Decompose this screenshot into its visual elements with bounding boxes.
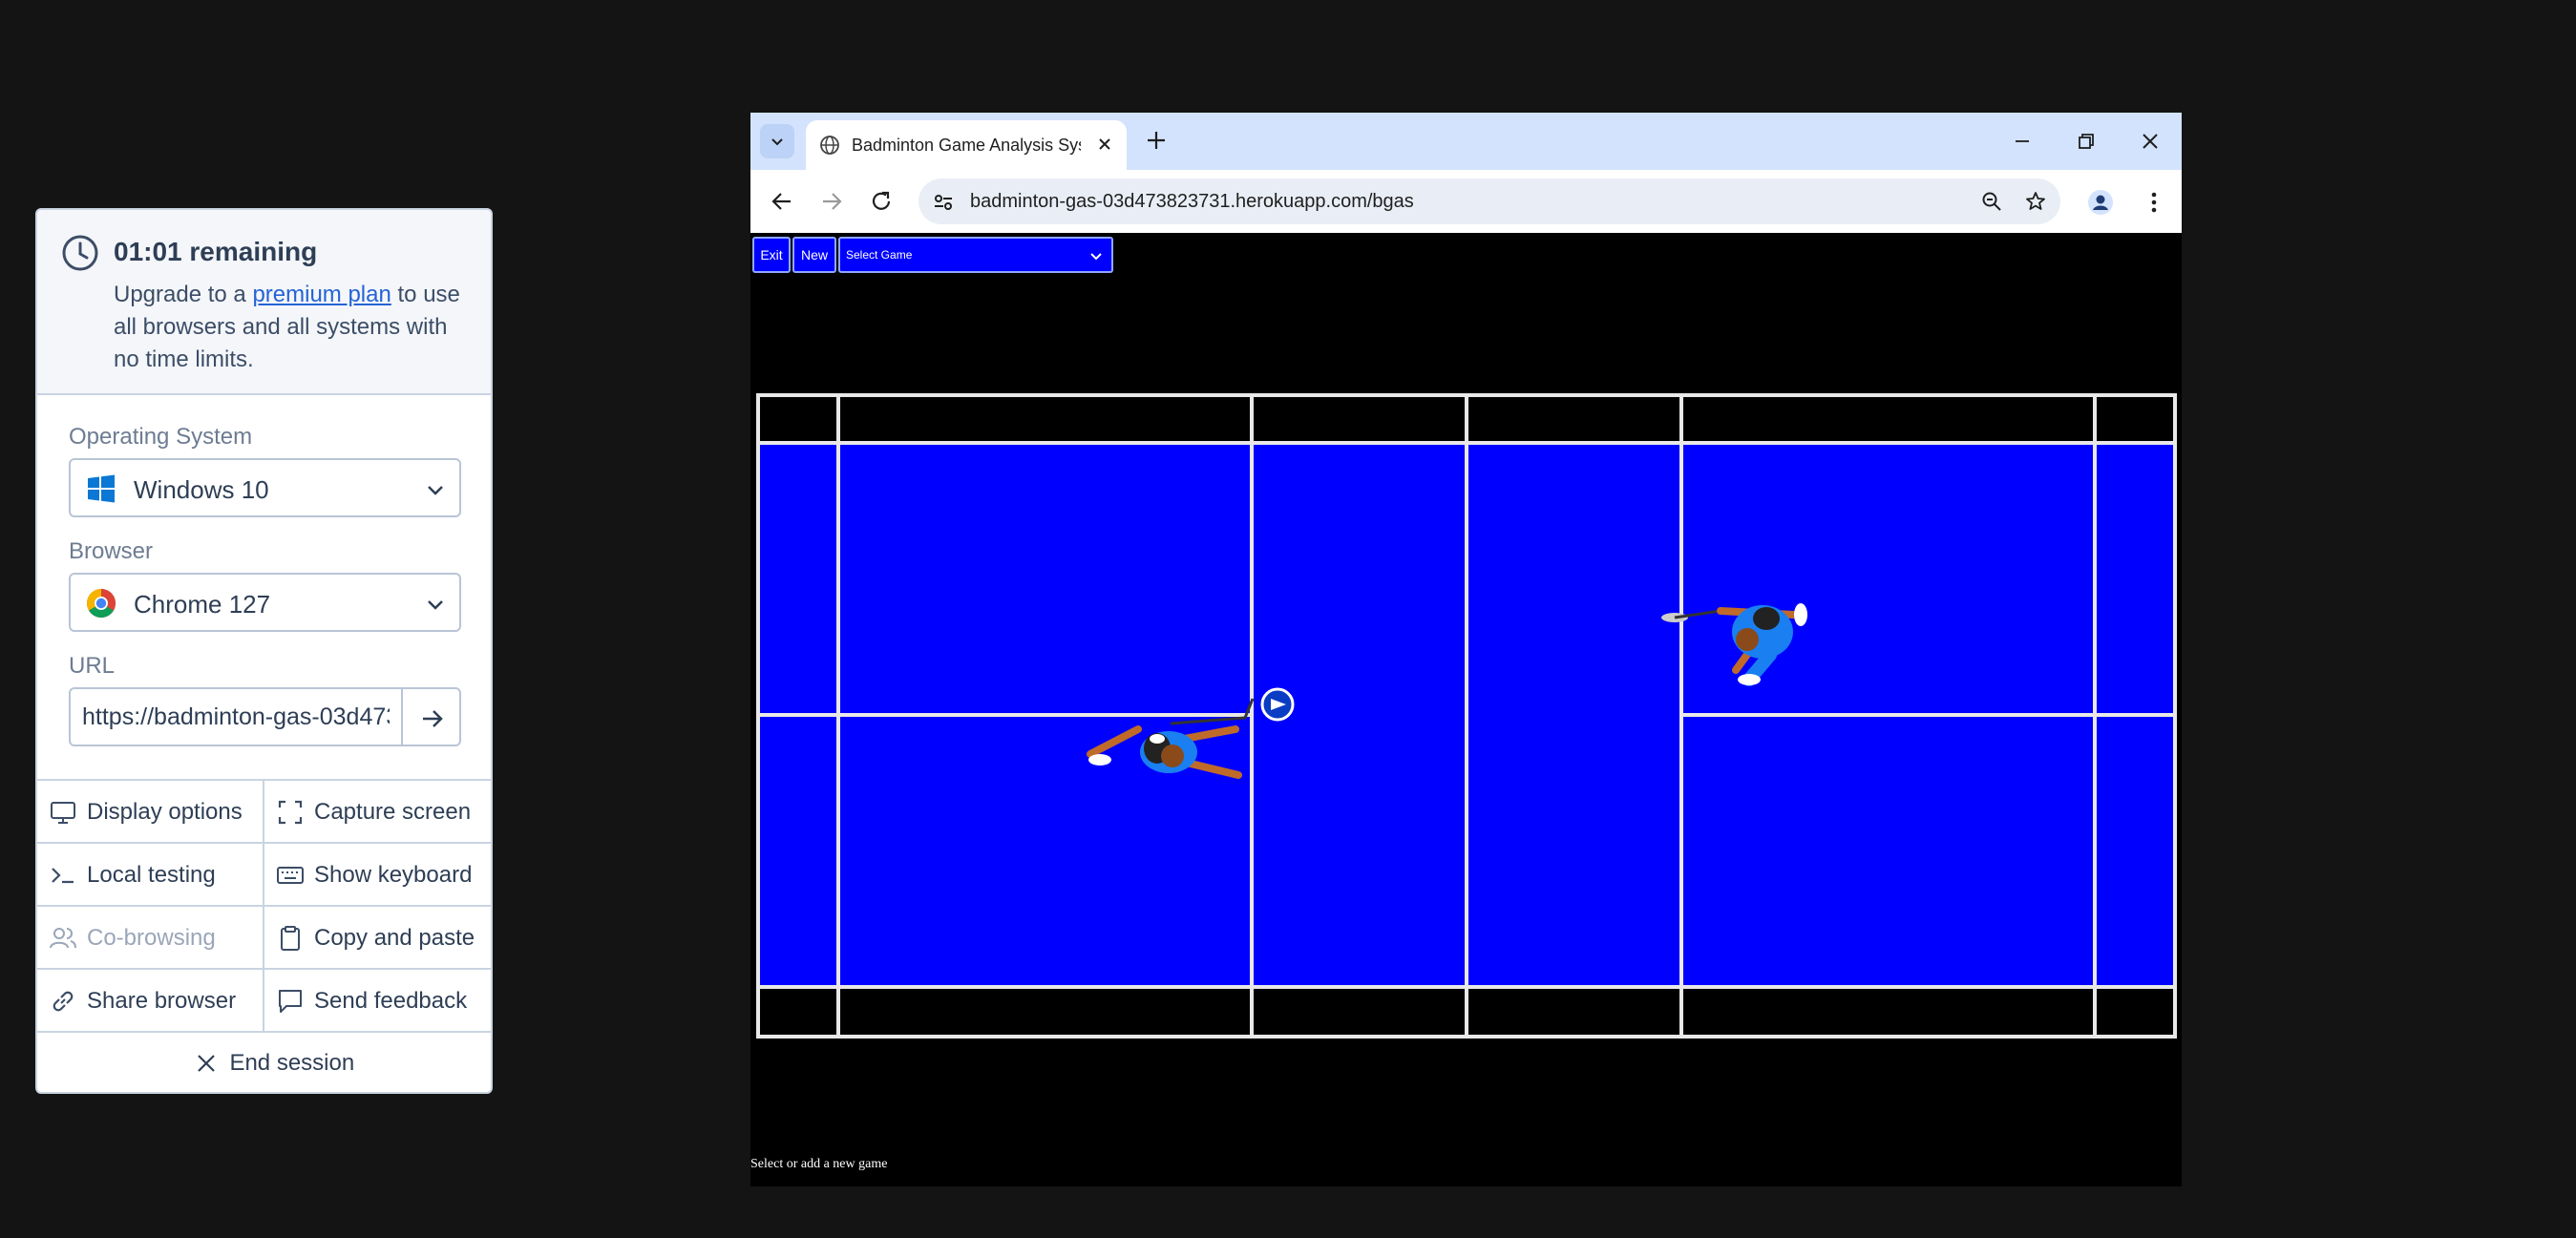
clipboard-icon [281, 926, 300, 951]
copy-and-paste-button[interactable]: Copy and paste [264, 905, 491, 968]
status-message: Select or add a new game [750, 1157, 888, 1171]
plus-icon[interactable] [1144, 128, 1169, 153]
url-input[interactable] [69, 687, 403, 746]
premium-plan-link[interactable]: premium plan [252, 282, 391, 307]
bookmark-star-icon[interactable] [2024, 190, 2047, 213]
tab-search-button[interactable] [760, 124, 794, 158]
chevron-down-icon [428, 600, 443, 610]
close-icon [198, 1055, 215, 1072]
game-select[interactable]: Select Game [838, 237, 1113, 273]
tab-bar: Badminton Game Analysis System [750, 113, 2182, 170]
action-label: Copy and paste [314, 925, 475, 951]
forward-icon[interactable] [819, 189, 844, 214]
display-options-button[interactable]: Display options [37, 779, 264, 842]
os-label: Operating System [69, 424, 253, 450]
close-icon[interactable] [1094, 134, 1115, 155]
users-icon [50, 928, 76, 949]
site-settings-icon[interactable] [932, 191, 955, 214]
profile-icon[interactable] [2087, 189, 2114, 216]
url-label: URL [69, 653, 116, 679]
back-icon[interactable] [770, 189, 794, 214]
capture-screen-button[interactable]: Capture screen [264, 779, 491, 842]
timer-box: 01:01 remaining Upgrade to a premium pla… [37, 210, 491, 395]
upgrade-text-start: Upgrade to a [114, 282, 253, 307]
co-browsing-button[interactable]: Co-browsing [37, 905, 264, 968]
minimize-icon[interactable] [2009, 128, 2036, 155]
action-label: Send feedback [314, 988, 468, 1014]
windows-logo-icon [88, 474, 115, 503]
action-label: Capture screen [314, 799, 472, 825]
chevron-down-icon [428, 486, 443, 495]
action-label: Share browser [87, 988, 237, 1014]
zoom-icon[interactable] [1980, 190, 2003, 213]
exit-button[interactable]: Exit [752, 237, 791, 273]
browser-window: Badminton Game Analysis System badminton… [750, 113, 2182, 1186]
chrome-logo-icon [86, 589, 116, 619]
show-keyboard-button[interactable]: Show keyboard [264, 842, 491, 905]
local-testing-button[interactable]: Local testing [37, 842, 264, 905]
chat-icon [279, 990, 302, 1013]
page-viewport: Exit New Select Game Select or add a new… [750, 233, 2182, 1186]
browser-value: Chrome 127 [134, 590, 271, 619]
end-session-button[interactable]: End session [37, 1031, 491, 1092]
go-button[interactable] [401, 687, 461, 746]
address-bar[interactable]: badminton-gas-03d473823731.herokuapp.com… [918, 178, 2060, 224]
game-select-value: Select Game [846, 248, 913, 262]
browser-select[interactable]: Chrome 127 [69, 573, 461, 632]
keyboard-icon [277, 867, 304, 884]
action-label: Show keyboard [314, 862, 473, 888]
globe-icon [820, 136, 839, 155]
close-window-icon[interactable] [2137, 128, 2164, 155]
session-panel: 01:01 remaining Upgrade to a premium pla… [35, 208, 493, 1094]
browser-label: Browser [69, 538, 154, 564]
action-label: Co-browsing [87, 925, 216, 951]
badminton-court[interactable] [756, 393, 2177, 1039]
chevron-down-icon [771, 138, 783, 146]
tab-title: Badminton Game Analysis System [852, 136, 1081, 155]
send-feedback-button[interactable]: Send feedback [264, 968, 491, 1031]
restore-icon[interactable] [2073, 128, 2100, 155]
terminal-icon [52, 868, 74, 884]
action-label: Display options [87, 799, 243, 825]
monitor-icon [51, 802, 75, 824]
share-browser-button[interactable]: Share browser [37, 968, 264, 1031]
action-label: Local testing [87, 862, 216, 888]
upgrade-message: Upgrade to a premium plan to use all bro… [114, 279, 476, 376]
clock-icon [62, 235, 98, 271]
reload-icon[interactable] [869, 189, 894, 214]
timer-title: 01:01 remaining [114, 237, 318, 266]
end-session-label: End session [229, 1050, 355, 1076]
os-select[interactable]: Windows 10 [69, 458, 461, 517]
link-icon [53, 991, 74, 1012]
kebab-menu-icon[interactable] [2143, 189, 2165, 216]
capture-icon [278, 800, 303, 825]
tab-active[interactable]: Badminton Game Analysis System [806, 120, 1127, 170]
arrow-right-icon [423, 710, 443, 727]
new-game-button[interactable]: New [792, 237, 836, 273]
browser-toolbar: badminton-gas-03d473823731.herokuapp.com… [750, 170, 2182, 233]
chevron-down-icon [1090, 253, 1102, 261]
address-text: badminton-gas-03d473823731.herokuapp.com… [970, 191, 1414, 212]
os-value: Windows 10 [134, 475, 269, 504]
